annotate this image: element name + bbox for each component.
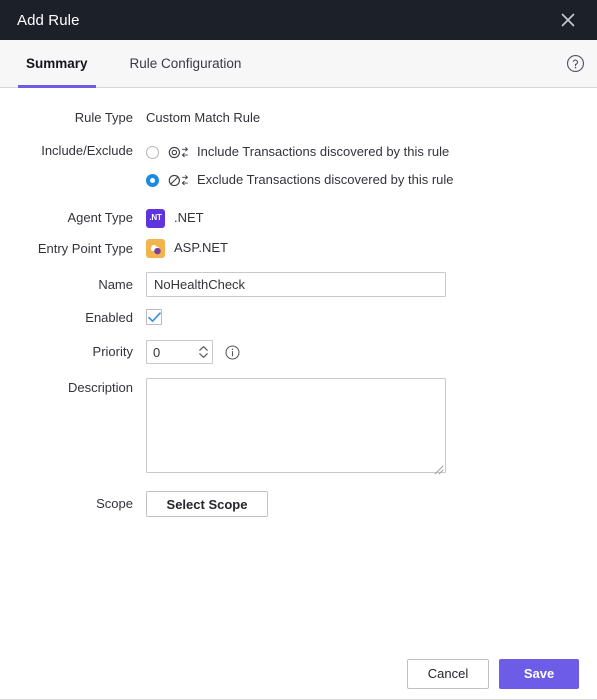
entry-point-type-value: ASP.NET	[174, 240, 228, 255]
priority-label: Priority	[92, 344, 133, 359]
row-rule-type: Rule Type Custom Match Rule	[0, 108, 597, 128]
tab-bar: Summary Rule Configuration	[0, 40, 597, 88]
enabled-field-wrap	[146, 309, 597, 325]
dialog-footer: Cancel Save	[0, 648, 597, 700]
select-scope-button[interactable]: Select Scope	[146, 491, 268, 517]
radio-option-include[interactable]: Include Transactions discovered by this …	[146, 141, 597, 163]
include-radio[interactable]	[146, 145, 159, 159]
entry-point-type-value-wrap: ASP.NET	[146, 237, 597, 259]
chevron-down-icon	[199, 353, 209, 358]
row-description: Description	[0, 378, 597, 475]
name-field-wrap	[146, 272, 597, 297]
tab-summary-label: Summary	[26, 56, 88, 71]
add-rule-dialog: Add Rule Summary Rule Configuration Rule…	[0, 0, 597, 700]
chevron-up-icon	[199, 346, 209, 351]
entry-point-type-label: Entry Point Type	[37, 241, 133, 256]
include-option-label: Include Transactions discovered by this …	[197, 144, 450, 159]
info-circle-icon[interactable]	[225, 345, 240, 360]
close-icon[interactable]	[555, 7, 581, 33]
agent-type-label: Agent Type	[67, 210, 133, 225]
description-label: Description	[67, 380, 133, 395]
row-enabled: Enabled	[0, 309, 597, 327]
dotnet-icon-text: .NT	[149, 213, 162, 222]
rule-type-value: Custom Match Rule	[146, 110, 261, 125]
dialog-titlebar: Add Rule	[0, 0, 597, 40]
resize-handle-icon[interactable]	[434, 461, 444, 475]
exclude-option-label: Exclude Transactions discovered by this …	[197, 172, 454, 187]
help-circle-icon[interactable]	[565, 54, 585, 74]
dialog-title: Add Rule	[17, 11, 80, 29]
exclude-radio[interactable]	[146, 173, 159, 187]
enabled-checkbox[interactable]	[146, 309, 162, 325]
row-scope: Scope Select Scope	[0, 491, 597, 517]
priority-field-wrap	[146, 340, 597, 364]
row-entry-point-type: Entry Point Type ASP.NET	[0, 237, 597, 261]
row-priority: Priority	[0, 340, 597, 364]
priority-stepper[interactable]	[146, 340, 213, 364]
enabled-label: Enabled	[85, 310, 133, 325]
agent-type-value: .NET	[174, 210, 204, 225]
rule-type-label: Rule Type	[74, 110, 133, 125]
row-agent-type: Agent Type .NT .NET	[0, 207, 597, 229]
tab-rule-configuration-label: Rule Configuration	[129, 56, 242, 71]
tab-summary[interactable]: Summary	[18, 40, 96, 88]
scope-label: Scope	[96, 496, 133, 511]
exclude-transactions-icon	[168, 172, 190, 188]
save-button[interactable]: Save	[499, 658, 579, 689]
scope-field-wrap: Select Scope	[146, 491, 597, 517]
priority-spin-arrows[interactable]	[198, 341, 212, 363]
name-label: Name	[98, 277, 133, 292]
include-transactions-icon	[168, 144, 190, 160]
priority-input[interactable]	[147, 341, 199, 363]
tab-rule-configuration[interactable]: Rule Configuration	[122, 40, 250, 87]
agent-type-value-wrap: .NT .NET	[146, 207, 597, 229]
description-textarea[interactable]	[146, 378, 446, 475]
dotnet-icon: .NT	[146, 208, 165, 228]
cancel-button[interactable]: Cancel	[407, 658, 489, 689]
include-exclude-label: Include/Exclude	[41, 143, 133, 158]
name-input[interactable]	[146, 272, 446, 297]
radio-option-exclude[interactable]: Exclude Transactions discovered by this …	[146, 169, 597, 191]
form-body: Rule Type Custom Match Rule Include/Excl…	[0, 88, 597, 648]
aspnet-icon	[146, 238, 165, 258]
row-name: Name	[0, 272, 597, 297]
description-field-wrap	[146, 378, 597, 475]
include-exclude-options: Include Transactions discovered by this …	[146, 141, 597, 197]
row-include-exclude: Include/Exclude Include Transactions dis…	[0, 141, 597, 197]
